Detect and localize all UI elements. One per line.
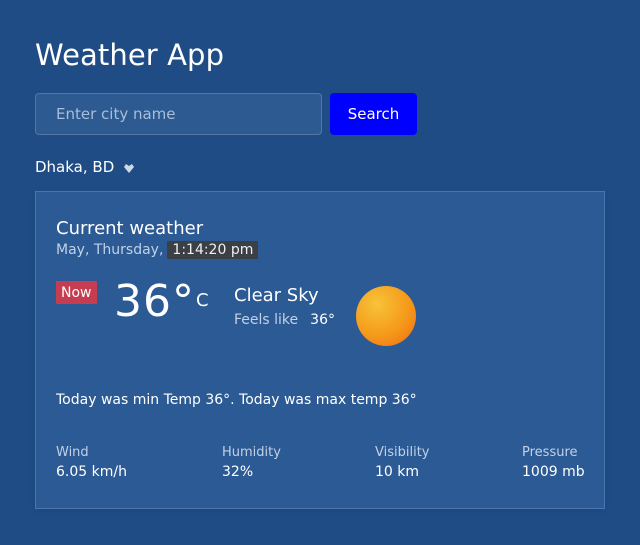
temperature-summary: Today was min Temp 36°. Today was max te… — [56, 392, 417, 408]
feels-like-value: 36° — [310, 312, 335, 328]
app-title: Weather App — [35, 38, 225, 72]
card-title: Current weather — [56, 218, 204, 239]
now-badge: Now — [56, 281, 97, 304]
current-weather-card: Current weather May, Thursday, 1:14:20 p… — [35, 191, 605, 509]
visibility-value: 10 km — [375, 464, 420, 480]
temperature-unit: C — [196, 290, 209, 311]
location-text: Dhaka, BD — [35, 158, 115, 176]
location-arrow-icon[interactable] — [122, 160, 136, 174]
temperature-value: 36° — [114, 276, 195, 327]
current-time: 1:14:20 pm — [167, 241, 259, 259]
pressure-label: Pressure — [522, 445, 578, 460]
feels-like-label: Feels like — [234, 312, 299, 328]
weather-app: Weather App Search Dhaka, BD Current wea… — [0, 0, 640, 545]
feels-like-row: Feels like 36° — [234, 312, 335, 328]
weather-condition: Clear Sky — [234, 285, 319, 306]
visibility-stat: Visibility 10 km — [375, 445, 429, 480]
pressure-stat: Pressure 1009 mb — [522, 445, 585, 480]
wind-value: 6.05 km/h — [56, 464, 127, 480]
visibility-label: Visibility — [375, 445, 430, 460]
sun-icon — [356, 286, 416, 346]
search-bar: Search — [35, 93, 417, 135]
date-time-row: May, Thursday, 1:14:20 pm — [56, 241, 259, 259]
pressure-value: 1009 mb — [522, 464, 585, 480]
humidity-stat: Humidity 32% — [222, 445, 281, 480]
humidity-value: 32% — [222, 464, 254, 480]
date-text: May, Thursday, — [56, 242, 164, 258]
wind-label: Wind — [56, 445, 89, 460]
location-display: Dhaka, BD — [35, 158, 136, 176]
temperature-display: 36° C — [114, 280, 209, 324]
search-button[interactable]: Search — [330, 93, 417, 135]
wind-stat: Wind 6.05 km/h — [56, 445, 127, 480]
city-search-input[interactable] — [35, 93, 322, 135]
humidity-label: Humidity — [222, 445, 281, 460]
